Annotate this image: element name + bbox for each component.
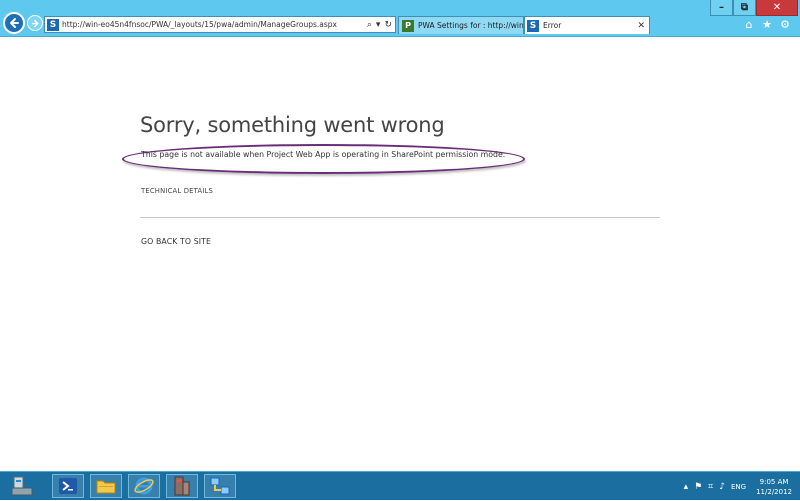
clock-date: 11/2/2012 bbox=[756, 487, 792, 496]
arrow-left-icon bbox=[10, 18, 19, 28]
address-url[interactable]: http://win-eo45n4fnsoc/PWA/_layouts/15/p… bbox=[62, 20, 363, 29]
language-indicator[interactable]: ENG bbox=[731, 483, 746, 491]
home-icon[interactable]: ⌂ bbox=[742, 17, 756, 31]
search-icon[interactable]: ⌕ bbox=[367, 20, 372, 30]
chevron-down-icon[interactable]: ▾ bbox=[376, 20, 381, 30]
tab-label: Error bbox=[543, 21, 562, 30]
minimize-button[interactable]: – bbox=[710, 0, 733, 16]
favorites-icon[interactable]: ★ bbox=[760, 17, 774, 31]
back-button[interactable] bbox=[3, 12, 25, 34]
show-hidden-icons-icon[interactable]: ▴ bbox=[684, 482, 689, 492]
project-icon: P bbox=[402, 19, 414, 32]
system-tray: ▴ ⚑ ⌗ ♪ ENG 9:05 AM 11/2/2012 bbox=[684, 472, 800, 501]
page-title: Sorry, something went wrong bbox=[140, 113, 445, 137]
divider bbox=[140, 217, 660, 218]
taskbar: ▴ ⚑ ⌗ ♪ ENG 9:05 AM 11/2/2012 bbox=[0, 471, 800, 500]
browser-toolbar: ⌂ ★ ⚙ bbox=[738, 17, 792, 31]
technical-details-link[interactable]: TECHNICAL DETAILS bbox=[141, 187, 213, 195]
page-content: Sorry, something went wrong This page is… bbox=[0, 37, 800, 471]
close-button[interactable]: ✕ bbox=[756, 0, 798, 16]
network-icon[interactable]: ⌗ bbox=[708, 482, 713, 492]
highlight-oval bbox=[122, 144, 525, 174]
close-icon[interactable]: ✕ bbox=[637, 21, 645, 31]
sharepoint-icon: S bbox=[527, 19, 539, 32]
go-back-link[interactable]: GO BACK TO SITE bbox=[141, 237, 211, 246]
internet-explorer-icon[interactable] bbox=[128, 474, 160, 498]
network-setup-icon[interactable] bbox=[204, 474, 236, 498]
clock[interactable]: 9:05 AM 11/2/2012 bbox=[756, 477, 792, 497]
refresh-icon[interactable]: ↻ bbox=[384, 20, 392, 30]
sharepoint-management-icon[interactable] bbox=[166, 474, 198, 498]
powershell-icon[interactable] bbox=[52, 474, 84, 498]
clock-time: 9:05 AM bbox=[759, 477, 789, 486]
window-controls: – ⧉ ✕ bbox=[710, 0, 798, 16]
tab-label: PWA Settings for : http://win-e... bbox=[418, 21, 523, 30]
forward-button[interactable] bbox=[27, 15, 43, 31]
error-message: This page is not available when Project … bbox=[141, 150, 506, 159]
browser-chrome: – ⧉ ✕ S http://win-eo45n4fnsoc/PWA/_layo… bbox=[0, 0, 800, 37]
action-center-flag-icon[interactable]: ⚑ bbox=[694, 482, 702, 492]
maximize-button[interactable]: ⧉ bbox=[733, 0, 756, 16]
address-bar[interactable]: S http://win-eo45n4fnsoc/PWA/_layouts/15… bbox=[44, 16, 396, 33]
volume-icon[interactable]: ♪ bbox=[719, 482, 725, 492]
tab-error[interactable]: S Error ✕ bbox=[524, 16, 650, 34]
file-explorer-icon[interactable] bbox=[90, 474, 122, 498]
sharepoint-icon: S bbox=[47, 18, 59, 31]
server-manager-icon[interactable] bbox=[6, 474, 38, 498]
arrow-right-icon bbox=[31, 19, 38, 27]
tab-pwa-settings[interactable]: P PWA Settings for : http://win-e... bbox=[398, 16, 524, 34]
gear-icon[interactable]: ⚙ bbox=[778, 17, 792, 31]
